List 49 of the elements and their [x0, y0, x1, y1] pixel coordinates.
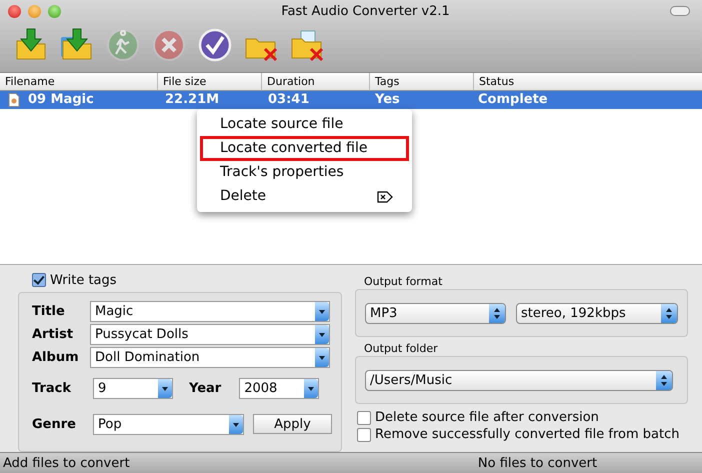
- status-text: Add files to convert: [2, 456, 131, 471]
- apply-button[interactable]: Apply: [253, 414, 332, 434]
- menu-item[interactable]: Locate converted file: [200, 136, 409, 161]
- option-checkbox[interactable]: [357, 410, 371, 425]
- group-label: Output format: [363, 275, 444, 290]
- field-label: Track: [32, 380, 72, 396]
- checkbox-label: Write tags: [50, 272, 117, 288]
- option-checkbox[interactable]: [357, 428, 371, 442]
- folder-dropdown[interactable]: /Users/Music: [365, 370, 673, 391]
- table-cell: Complete: [478, 92, 548, 108]
- combo-field[interactable]: 9: [93, 378, 173, 399]
- field-label: Album: [32, 350, 80, 365]
- table-cell: Yes: [375, 92, 400, 108]
- stepper-arrows-icon: [656, 370, 672, 390]
- column-header[interactable]: Tags: [370, 72, 474, 90]
- table-cell: 03:41: [268, 92, 310, 108]
- combo-field[interactable]: Magic: [90, 300, 330, 322]
- field-label: Genre: [32, 416, 77, 432]
- menu-item[interactable]: Locate source file: [200, 112, 409, 137]
- menu-item[interactable]: Track's properties: [200, 160, 409, 185]
- status-text: No files to convert: [476, 456, 598, 471]
- column-header[interactable]: Duration: [262, 72, 370, 90]
- column-header[interactable]: Filename: [0, 72, 158, 90]
- group-label: Output folder: [363, 342, 439, 356]
- format-dropdown[interactable]: MP3: [365, 302, 506, 324]
- write-tags-checkbox[interactable]: [32, 273, 46, 288]
- audio-file-icon: [8, 92, 20, 107]
- checkbox-label: Remove successfully converted file from batch: [375, 427, 680, 442]
- file-row[interactable]: 09 Magic 22.21M 03:41 Yes Complete: [0, 90, 702, 109]
- column-header[interactable]: File size: [158, 72, 262, 90]
- combo-field[interactable]: Doll Domination: [90, 346, 330, 368]
- combo-field[interactable]: 2008: [239, 378, 320, 399]
- checkbox-label: Delete source file after conversion: [375, 410, 599, 426]
- checkmark-icon[interactable]: [197, 27, 233, 63]
- menu-item[interactable]: Delete: [200, 184, 409, 209]
- close-button[interactable]: [8, 4, 21, 18]
- field-label: Year: [189, 380, 222, 396]
- window-title: Fast Audio Converter v2.1: [280, 4, 451, 18]
- table-cell: 09 Magic: [28, 92, 94, 108]
- table-cell: 22.21M: [165, 92, 220, 108]
- combo-field[interactable]: Pussycat Dolls: [90, 324, 330, 345]
- toolbar-toggle-button[interactable]: [670, 6, 690, 16]
- field-label: Artist: [32, 326, 74, 342]
- quality-dropdown[interactable]: stereo, 192kbps: [516, 302, 678, 324]
- stepper-arrows-icon: [489, 304, 505, 323]
- stepper-arrows-icon: [661, 304, 677, 323]
- combo-field[interactable]: Pop: [93, 414, 244, 435]
- column-header[interactable]: Status: [474, 72, 702, 90]
- field-label: Title: [32, 304, 66, 319]
